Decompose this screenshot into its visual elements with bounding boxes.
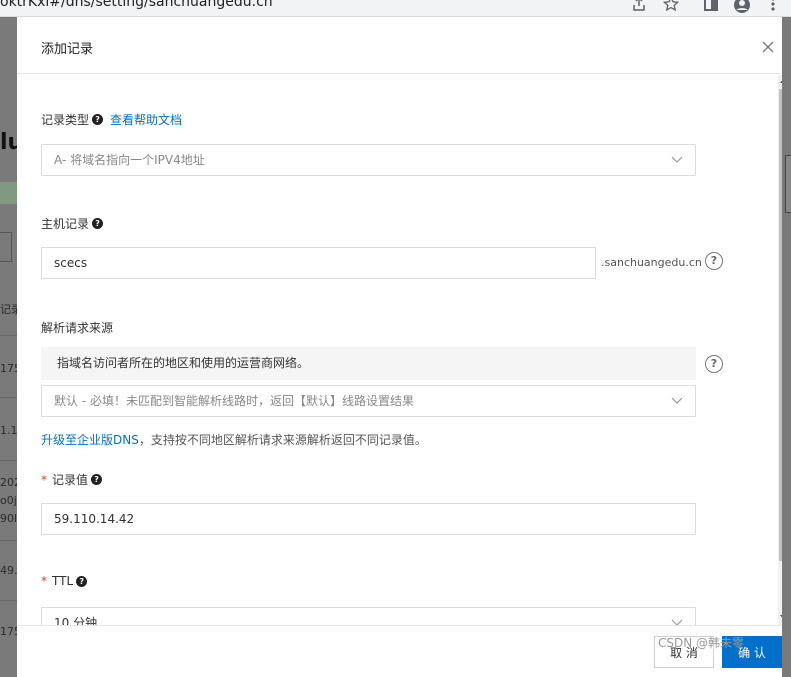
background-fragment: 175 [0, 625, 17, 638]
record-value-label-text: 记录值 [52, 473, 89, 487]
domain-suffix: .sanchuangedu.cn [601, 256, 702, 269]
upgrade-note-text: ，支持按不同地区解析请求来源解析返回不同记录值。 [138, 433, 427, 447]
resolve-source-hint: 指域名访问者所在的地区和使用的运营商网络。 [41, 347, 696, 380]
help-icon[interactable]: ? [91, 474, 103, 485]
background-fragment: 175 [0, 362, 17, 375]
star-icon[interactable] [663, 0, 679, 12]
record-type-select[interactable]: A- 将域名指向一个IPV4地址 [41, 144, 696, 176]
background-fragment: 90l [0, 512, 17, 525]
host-record-label: 主机记录 ? [41, 215, 104, 232]
chevron-down-icon [671, 619, 683, 625]
scroll-down-arrow-icon[interactable] [780, 615, 782, 620]
share-icon[interactable] [631, 0, 647, 12]
dialog-title: 添加记录 [41, 42, 94, 57]
background-left-strip: lu 记录 175 1.15 202 o0jc 90l 49.2 175 [0, 17, 17, 677]
background-fragment: 49.2 [0, 564, 17, 577]
record-type-label-text: 记录类型 [41, 113, 90, 127]
question-circle-icon[interactable]: ? [705, 252, 723, 270]
background-right-strip [782, 17, 791, 677]
background-divider [0, 540, 17, 541]
question-circle-icon[interactable]: ? [705, 355, 723, 373]
background-fragment: 记录 [0, 303, 17, 316]
scroll-thumb[interactable] [779, 89, 782, 561]
background-box [0, 232, 12, 262]
confirm-button[interactable]: 确 认 [722, 636, 782, 668]
browser-address-bar: oktrKxl#/dns/setting/sanchuangedu.cn [0, 0, 791, 17]
required-marker: * [41, 472, 47, 487]
close-icon[interactable] [761, 39, 775, 53]
upgrade-enterprise-link[interactable]: 升级至企业版DNS [41, 433, 139, 447]
menu-icon[interactable] [770, 0, 786, 12]
background-green-bar [0, 182, 17, 204]
background-divider [0, 397, 17, 398]
background-fragment: o0jc [0, 494, 17, 507]
resolve-source-label: 解析请求来源 [41, 321, 114, 335]
background-divider [0, 460, 17, 461]
help-icon[interactable]: ? [92, 218, 104, 229]
address-url[interactable]: oktrKxl#/dns/setting/sanchuangedu.cn [0, 0, 273, 10]
chevron-down-icon [671, 397, 683, 404]
background-fragment: 202 [0, 476, 17, 489]
dialog-footer: 取 消 确 认 [17, 625, 782, 677]
help-icon[interactable]: ? [92, 114, 104, 125]
ttl-value: 10 分钟 [54, 616, 98, 625]
background-right-box [785, 155, 791, 213]
dialog-body: 记录类型 ? 查看帮助文档 A- 将域名指向一个IPV4地址 主机记录 ? sc… [17, 75, 782, 625]
background-divider [0, 335, 17, 336]
resolve-source-placeholder: 默认 - 必填！未匹配到智能解析线路时，返回【默认】线路设置结果 [54, 394, 414, 408]
host-record-label-text: 主机记录 [41, 217, 90, 231]
ttl-select[interactable]: 10 分钟 [41, 607, 696, 625]
add-record-dialog: 添加记录 记录类型 ? 查看帮助文档 A- 将域名指向一个IPV4地址 主机记录… [17, 17, 782, 677]
resolve-source-select[interactable]: 默认 - 必填！未匹配到智能解析线路时，返回【默认】线路设置结果 [41, 385, 696, 417]
required-marker: * [41, 574, 47, 588]
help-icon[interactable]: ? [76, 575, 88, 587]
record-value-label: * 记录值 ? [41, 471, 103, 488]
record-type-value: A- 将域名指向一个IPV4地址 [54, 153, 205, 167]
background-divider [0, 600, 17, 601]
dialog-scrollbar[interactable] [778, 75, 782, 625]
upgrade-note: 升级至企业版DNS，支持按不同地区解析请求来源解析返回不同记录值。 [41, 431, 427, 448]
profile-icon[interactable] [733, 0, 750, 13]
host-record-input[interactable]: scecs [41, 247, 596, 279]
background-title-fragment: lu [0, 130, 17, 155]
scroll-up-arrow-icon[interactable] [780, 78, 782, 83]
cancel-button[interactable]: 取 消 [654, 636, 714, 668]
record-value-input[interactable]: 59.110.14.42 [41, 503, 696, 535]
background-fragment: 1.15 [0, 424, 17, 437]
ttl-label-text: TTL [52, 574, 74, 588]
help-doc-link[interactable]: 查看帮助文档 [110, 111, 182, 128]
record-type-label: 记录类型 ? 查看帮助文档 [41, 111, 182, 128]
dialog-header: 添加记录 [17, 17, 782, 74]
chevron-down-icon [671, 156, 683, 163]
extensions-icon[interactable] [703, 0, 719, 12]
ttl-label: * TTL ? [41, 574, 88, 588]
